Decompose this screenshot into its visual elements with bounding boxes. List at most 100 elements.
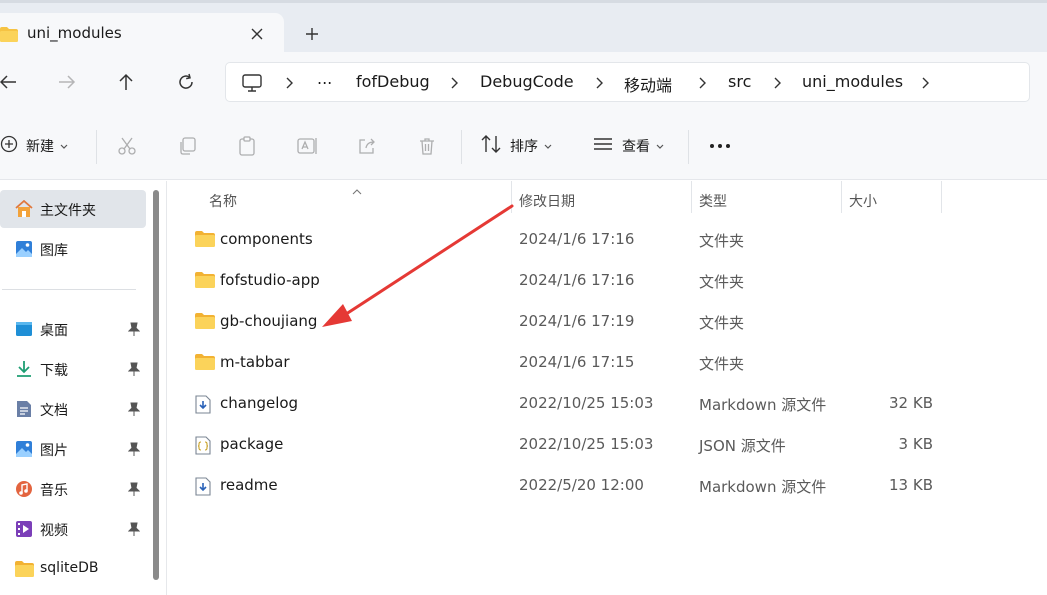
breadcrumb-debugcode[interactable]: DebugCode <box>480 72 574 91</box>
file-date: 2024/1/6 17:16 <box>519 230 635 248</box>
sidebar-item-label: 文档 <box>40 403 68 419</box>
rename-icon[interactable] <box>297 132 319 160</box>
file-row[interactable]: fofstudio-app 2024/1/6 17:16 文件夹 <box>187 262 927 300</box>
cut-icon[interactable] <box>117 132 137 160</box>
column-header-label: 名称 <box>209 194 237 210</box>
file-name: changelog <box>220 394 299 412</box>
more-options-icon[interactable] <box>709 132 731 160</box>
desktop-icon <box>14 319 34 339</box>
column-header-label: 类型 <box>699 194 727 210</box>
tab-strip: uni_modules <box>0 0 1047 55</box>
file-type: Markdown 源文件 <box>699 396 827 414</box>
file-date: 2022/10/25 15:03 <box>519 394 654 412</box>
folder-icon <box>195 231 215 249</box>
sort-icon <box>480 134 502 158</box>
markdown-file-icon <box>195 395 215 414</box>
tab-title: uni_modules <box>27 24 122 42</box>
chevron-right-icon[interactable] <box>697 76 709 90</box>
column-header-modified[interactable]: 修改日期 <box>512 186 690 216</box>
sidebar-item-label: 视频 <box>40 523 68 539</box>
breadcrumb-mobile[interactable]: 移动端 <box>624 72 672 96</box>
paste-icon[interactable] <box>237 132 257 160</box>
breadcrumb-src[interactable]: src <box>728 72 751 91</box>
new-tab-icon[interactable] <box>300 22 324 46</box>
file-name: readme <box>220 476 278 494</box>
sidebar-item-desktop[interactable]: 桌面 <box>0 310 146 348</box>
pin-icon[interactable] <box>127 362 141 380</box>
file-row[interactable]: gb-choujiang 2024/1/6 17:19 文件夹 <box>187 303 927 341</box>
video-icon <box>14 519 34 539</box>
sort-button-label: 排序 <box>510 139 538 155</box>
tab-uni-modules[interactable]: uni_modules <box>0 13 284 55</box>
file-name: gb-choujiang <box>220 312 318 330</box>
new-button[interactable]: 新建 <box>0 132 68 160</box>
file-row[interactable]: m-tabbar 2024/1/6 17:15 文件夹 <box>187 344 927 382</box>
folder-icon <box>195 354 215 372</box>
chevron-right-icon[interactable] <box>772 76 784 90</box>
sidebar-item-label: 音乐 <box>40 483 68 499</box>
new-button-label: 新建 <box>26 139 54 155</box>
sidebar-item-videos[interactable]: 视频 <box>0 510 146 548</box>
chevron-right-icon[interactable] <box>284 76 296 90</box>
file-row[interactable]: changelog 2022/10/25 15:03 Markdown 源文件 … <box>187 385 933 423</box>
close-tab-icon[interactable] <box>246 23 268 45</box>
file-date: 2024/1/6 17:16 <box>519 271 635 289</box>
sidebar-item-pictures[interactable]: 图片 <box>0 430 146 468</box>
file-name: components <box>220 230 313 248</box>
refresh-icon[interactable] <box>172 68 200 96</box>
breadcrumb-fofdebug[interactable]: fofDebug <box>356 72 430 91</box>
file-type: 文件夹 <box>699 232 745 250</box>
sidebar-item-documents[interactable]: 文档 <box>0 390 146 428</box>
sidebar-item-gallery[interactable]: 图库 <box>0 230 146 268</box>
back-icon[interactable] <box>0 68 22 96</box>
file-row[interactable]: components 2024/1/6 17:16 文件夹 <box>187 221 927 259</box>
command-bar: 新建 排序 查看 <box>0 112 1047 180</box>
pin-icon[interactable] <box>127 402 141 420</box>
column-header-label: 修改日期 <box>519 194 575 210</box>
delete-icon[interactable] <box>417 132 437 160</box>
sidebar-item-home[interactable]: 主文件夹 <box>0 190 146 228</box>
file-type: 文件夹 <box>699 355 745 373</box>
computer-icon[interactable] <box>242 74 262 96</box>
pin-icon[interactable] <box>127 482 141 500</box>
share-icon[interactable] <box>357 132 377 160</box>
sidebar-scrollbar[interactable] <box>153 190 159 580</box>
address-bar[interactable]: ... fofDebug DebugCode 移动端 src uni_modul… <box>225 62 1030 102</box>
breadcrumb-overflow[interactable]: ... <box>317 69 332 88</box>
toolbar-separator <box>688 130 689 164</box>
file-row[interactable]: package 2022/10/25 15:03 JSON 源文件 3 KB <box>187 426 933 464</box>
column-header-type[interactable]: 类型 <box>692 186 840 216</box>
sidebar-item-label: 图库 <box>40 243 68 259</box>
column-header-size[interactable]: 大小 <box>842 186 940 216</box>
view-button[interactable]: 查看 <box>592 132 664 160</box>
json-file-icon <box>195 436 215 455</box>
sidebar-item-label: sqliteDB <box>40 560 99 576</box>
file-date: 2024/1/6 17:15 <box>519 353 635 371</box>
file-type: 文件夹 <box>699 314 745 332</box>
chevron-right-icon[interactable] <box>920 76 932 90</box>
pin-icon[interactable] <box>127 322 141 340</box>
sort-button[interactable]: 排序 <box>480 132 552 160</box>
toolbar-separator <box>461 130 462 164</box>
column-separator[interactable] <box>941 181 942 213</box>
chevron-right-icon[interactable] <box>449 76 461 90</box>
sidebar-item-music[interactable]: 音乐 <box>0 470 146 508</box>
view-button-label: 查看 <box>622 139 650 155</box>
download-icon <box>14 359 34 379</box>
sidebar-item-label: 主文件夹 <box>40 203 96 219</box>
file-type: 文件夹 <box>699 273 745 291</box>
sidebar-item-downloads[interactable]: 下载 <box>0 350 146 388</box>
chevron-right-icon[interactable] <box>594 76 606 90</box>
file-row[interactable]: readme 2022/5/20 12:00 Markdown 源文件 13 K… <box>187 467 933 505</box>
sidebar-item-sqlitedb[interactable]: sqliteDB <box>0 550 146 588</box>
copy-icon[interactable] <box>177 132 197 160</box>
file-type: JSON 源文件 <box>699 437 786 455</box>
pin-icon[interactable] <box>127 522 141 540</box>
markdown-file-icon <box>195 477 215 496</box>
breadcrumb-uni-modules[interactable]: uni_modules <box>802 72 903 91</box>
forward-icon[interactable] <box>53 68 81 96</box>
up-icon[interactable] <box>112 68 140 96</box>
pin-icon[interactable] <box>127 442 141 460</box>
file-name: fofstudio-app <box>220 271 320 289</box>
column-header-name[interactable]: 名称 <box>197 186 509 216</box>
